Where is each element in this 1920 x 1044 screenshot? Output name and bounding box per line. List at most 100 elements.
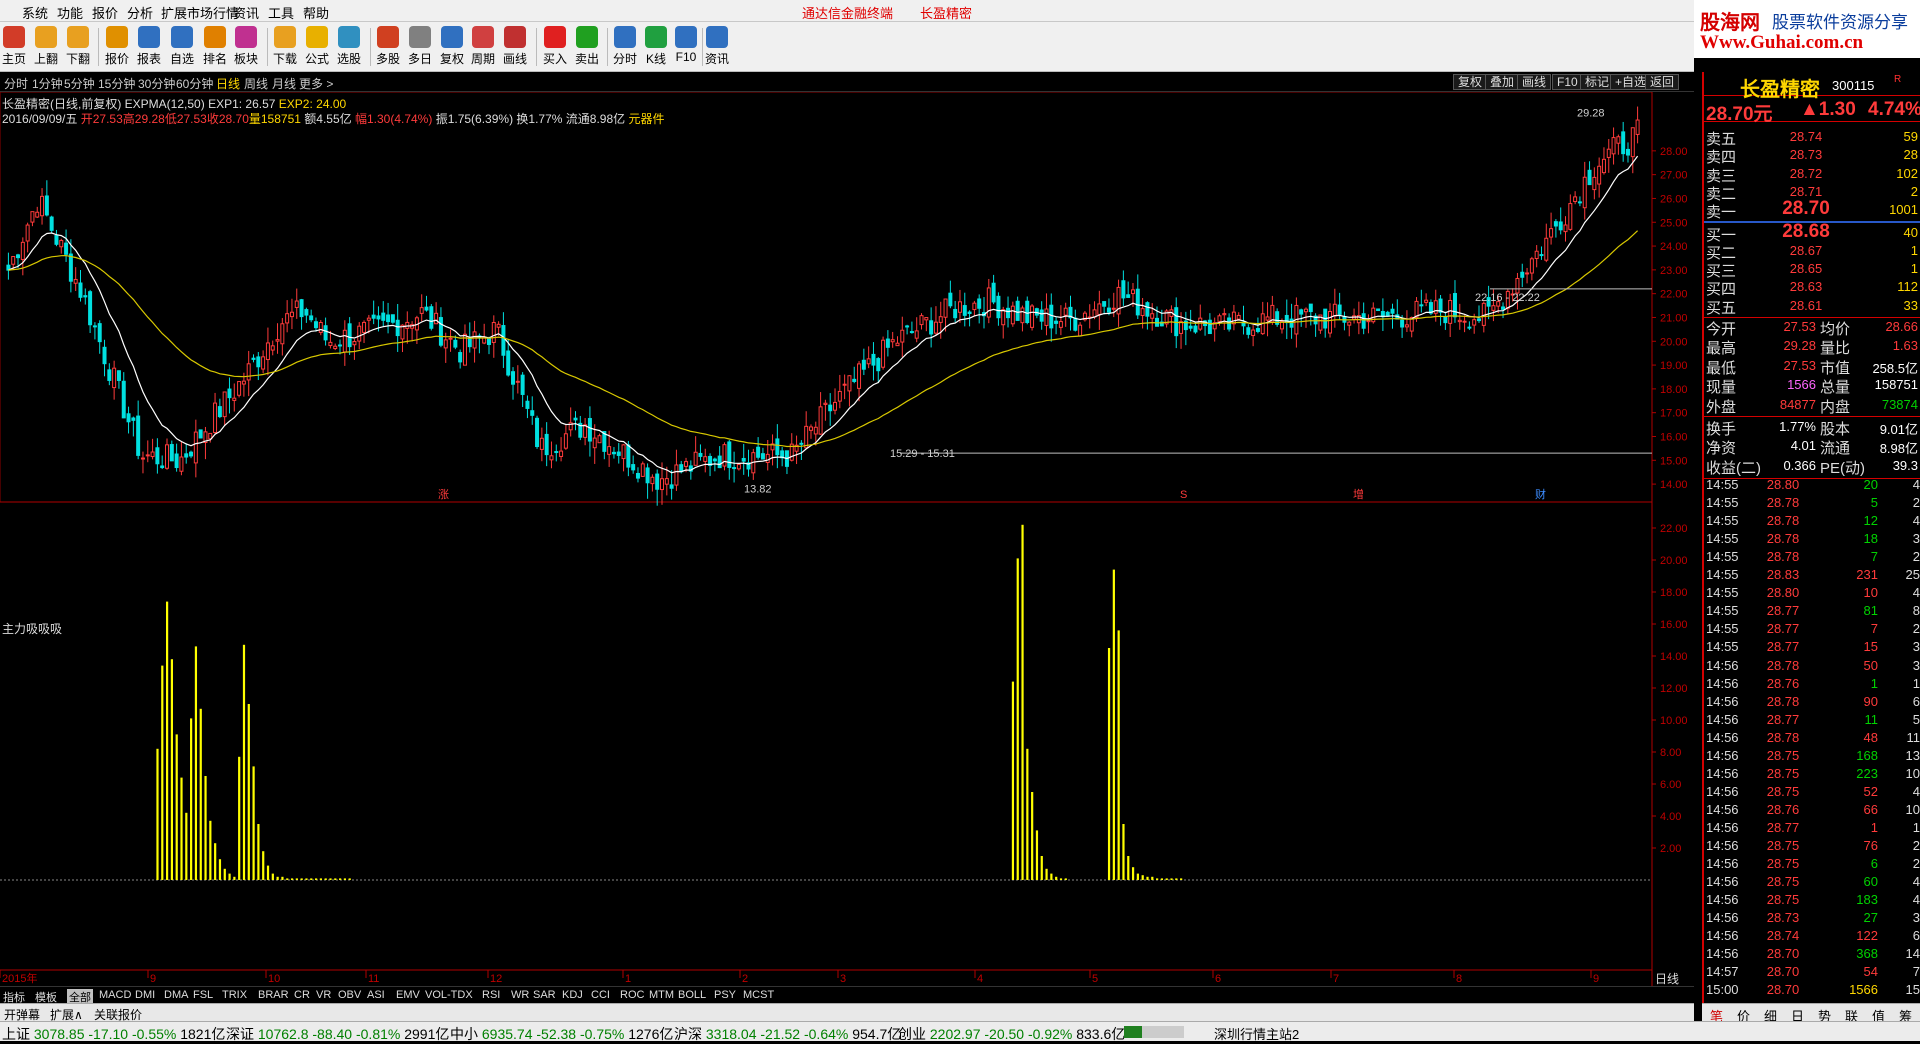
indicator-tab-5[interactable]: DMA (164, 989, 188, 1001)
menu-system[interactable]: 系统 (22, 3, 48, 22)
toolbar: 主页 上翻 下翻 报价 报表 自选 排名 板块 下载 公式 选股 多股 多日 复权 周期 画线 买入 卖出 分时 K线… (0, 22, 1694, 72)
tick-price: 28.76 (1766, 801, 1800, 817)
quote-title: 长盈精密 300115 R (1704, 72, 1920, 101)
kline-icon (645, 26, 667, 48)
ask-row[interactable]: 卖四 28.73 28 (1704, 146, 1920, 166)
period-tab-0[interactable]: 分时 (4, 75, 28, 92)
menu-extended-market[interactable]: 扩展市场行情 (161, 3, 239, 22)
stat-value: 1566 (1787, 377, 1816, 393)
toolbar-button-21[interactable]: 资讯 (698, 24, 736, 68)
ask-row[interactable]: 卖五 28.74 59 (1704, 128, 1920, 148)
indicator-tab-14[interactable]: VOL-TDX (425, 989, 473, 1001)
menu-help[interactable]: 帮助 (303, 3, 329, 22)
ask-row[interactable]: 卖一 28.70 1001 (1704, 198, 1920, 221)
bid-row[interactable]: 买一 28.68 40 (1704, 221, 1920, 244)
candle-body (1616, 136, 1621, 144)
indicator-tab-20[interactable]: ROC (620, 989, 644, 1001)
indicator-tab-3[interactable]: MACD (99, 989, 131, 1001)
stat-label: 市值 (1820, 359, 1851, 377)
indicator-bar (238, 756, 241, 880)
candle-body (1207, 319, 1212, 335)
menu-function[interactable]: 功能 (57, 3, 83, 22)
tick-time: 14:56 (1706, 765, 1739, 781)
chart-action-button-6[interactable]: 返回 (1645, 74, 1680, 90)
index-quote-4[interactable]: 创业 2202.97 -20.50 -0.92% 833.6亿 (898, 1024, 1125, 1044)
toolbar-button-17[interactable]: 卖出 (568, 24, 606, 68)
indicator-tab-19[interactable]: CCI (591, 989, 610, 1001)
candle-body (1558, 221, 1563, 231)
index-quote-2[interactable]: 中小 6935.74 -52.38 -0.75% 1276亿 (450, 1024, 673, 1044)
index-quote-0[interactable]: 上证 3078.85 -17.10 -0.55% 1821亿 (2, 1024, 225, 1044)
indicator-tab-23[interactable]: PSY (714, 989, 736, 1001)
menu-quote[interactable]: 报价 (92, 3, 118, 22)
menu-news[interactable]: 资讯 (233, 3, 259, 22)
event-marker[interactable]: 财 (1535, 487, 1546, 501)
indicator-tab-4[interactable]: DMI (135, 989, 155, 1001)
indicator-tab-13[interactable]: EMV (396, 989, 420, 1001)
indicator-tab-7[interactable]: TRIX (222, 989, 247, 1001)
menu-analysis[interactable]: 分析 (127, 3, 153, 22)
chart-action-button-4[interactable]: 标记 (1580, 74, 1615, 90)
event-marker[interactable]: 增 (1353, 487, 1364, 501)
index-quote-3[interactable]: 沪深 3318.04 -21.52 -0.64% 954.7亿 (674, 1024, 901, 1044)
chart-action-button-3[interactable]: F10 (1552, 74, 1583, 90)
indicator-tab-22[interactable]: BOLL (678, 989, 706, 1001)
bid-row[interactable]: 买四 28.63 112 (1704, 278, 1920, 298)
menu-tools[interactable]: 工具 (268, 3, 294, 22)
indicator-tab-21[interactable]: MTM (649, 989, 674, 1001)
toolbar-button-label: 资讯 (704, 52, 729, 66)
period-tab-2[interactable]: 5分钟 (64, 75, 95, 92)
tick-row: 14:56 28.78 50 3 (1704, 657, 1920, 675)
indicator-tick-label: 16.00 (1660, 619, 1688, 631)
indicator-tab-15[interactable]: RSI (482, 989, 500, 1001)
indicator-tab-6[interactable]: FSL (193, 989, 213, 1001)
period-tab-4[interactable]: 30分钟 (138, 75, 175, 92)
candle-body (1611, 137, 1616, 155)
f6-icon (171, 26, 193, 48)
period-tab-8[interactable]: 月线 (272, 75, 296, 92)
chart-action-button-1[interactable]: 叠加 (1485, 74, 1520, 90)
candle-body (453, 339, 458, 348)
toolbar-button-2[interactable]: 下翻 (59, 24, 97, 68)
candle-body (871, 353, 876, 366)
candle-body (112, 367, 117, 389)
period-tab-6[interactable]: 日线 (216, 75, 240, 92)
candle-body (1601, 158, 1606, 174)
candle-body (986, 287, 991, 318)
index-name: 上证 (2, 1026, 30, 1042)
period-tab-3[interactable]: 15分钟 (98, 75, 135, 92)
stat-label: 外盘 (1706, 398, 1737, 416)
indicator-tab-8[interactable]: BRAR (258, 989, 289, 1001)
chart-action-button-2[interactable]: 画线 (1517, 74, 1552, 90)
kline-chart[interactable]: 28.0027.0026.0025.0024.0023.0022.0021.00… (0, 92, 1694, 986)
indicator-tab-17[interactable]: SAR (533, 989, 556, 1001)
bid-row[interactable]: 买三 28.65 1 (1704, 260, 1920, 280)
event-marker[interactable]: S (1180, 489, 1187, 501)
chart-action-button-0[interactable]: 复权 (1453, 74, 1488, 90)
ask-row[interactable]: 卖三 28.72 102 (1704, 165, 1920, 185)
toolbar-button-7[interactable]: 板块 (227, 24, 265, 68)
tick-row: 14:57 28.70 54 7 (1704, 963, 1920, 981)
period-tab-7[interactable]: 周线 (244, 75, 268, 92)
indicator-tab-12[interactable]: ASI (367, 989, 385, 1001)
indicator-tab-18[interactable]: KDJ (562, 989, 583, 1001)
ask-price: 28.72 (1789, 165, 1823, 181)
indicator-tab-24[interactable]: MCST (743, 989, 774, 1001)
toolbar-button-15[interactable]: 画线 (496, 24, 534, 68)
indicator-tab-9[interactable]: CR (294, 989, 310, 1001)
bid-label: 买五 (1706, 299, 1737, 317)
indicator-tab-16[interactable]: WR (511, 989, 529, 1001)
period-tab-1[interactable]: 1分钟 (32, 75, 63, 92)
candle-body (511, 371, 516, 385)
period-tab-9[interactable]: 更多 > (299, 75, 333, 92)
bid-row[interactable]: 买二 28.67 1 (1704, 242, 1920, 262)
candle-body (1020, 307, 1025, 324)
period-tab-5[interactable]: 60分钟 (176, 75, 213, 92)
toolbar-button-10[interactable]: 选股 (330, 24, 368, 68)
event-marker[interactable]: 涨 (438, 488, 449, 501)
indicator-tab-11[interactable]: OBV (338, 989, 361, 1001)
index-quote-1[interactable]: 深证 10762.8 -88.40 -0.81% 2991亿 (226, 1024, 449, 1044)
indicator-tab-10[interactable]: VR (316, 989, 331, 1001)
candle-body (304, 309, 309, 316)
bid-row[interactable]: 买五 28.61 33 (1704, 297, 1920, 317)
